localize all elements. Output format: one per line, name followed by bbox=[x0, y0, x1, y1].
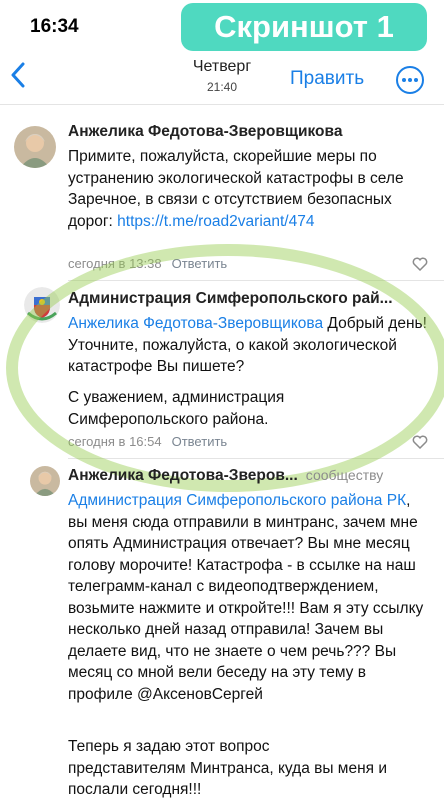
comment-text-signature: С уважением, администрация Симферопольск… bbox=[68, 389, 285, 428]
nav-divider bbox=[0, 104, 444, 105]
nav-bar: Четверг 21:40 Править bbox=[0, 56, 444, 102]
comment-mention[interactable]: Анжелика Федотова-Зверовщикова bbox=[68, 315, 323, 332]
comment-mention[interactable]: Администрация Симферопольского района РК bbox=[68, 492, 406, 509]
comment-text: Примите, пожалуйста, скорейшие меры по у… bbox=[68, 146, 418, 232]
more-button[interactable] bbox=[396, 66, 424, 94]
comment-divider bbox=[68, 280, 444, 281]
comment-text: Анжелика Федотова-Зверовщикова Добрый де… bbox=[68, 313, 428, 378]
community-label: сообществу bbox=[305, 467, 384, 483]
screenshot-badge: Скриншот 1 bbox=[181, 3, 427, 51]
comment-text: Администрация Симферопольского района РК… bbox=[68, 490, 426, 705]
reply-button[interactable]: Ответить bbox=[172, 256, 228, 271]
comment-time: сегодня в 13:38 bbox=[68, 256, 162, 271]
ellipsis-circle-icon bbox=[402, 78, 406, 82]
comment-text-followup: Теперь я задаю этот вопрос представителя… bbox=[68, 738, 388, 798]
comment-link[interactable]: https://t.me/road2variant/474 bbox=[117, 213, 314, 230]
comment-time: сегодня в 16:54 bbox=[68, 434, 162, 449]
comment-author-name[interactable]: Анжелика Федотова-Зверов... bbox=[68, 467, 298, 484]
avatar[interactable] bbox=[14, 126, 56, 168]
comment-author[interactable]: Анжелика Федотова-Зверов... сообществу bbox=[68, 467, 383, 485]
comment-body: , вы меня сюда отправили в минтранс, зач… bbox=[68, 492, 424, 703]
avatar[interactable] bbox=[30, 466, 60, 496]
comment-meta: сегодня в 16:54 Ответить bbox=[68, 434, 227, 449]
nav-subtitle: 21:40 bbox=[206, 80, 238, 94]
comment-meta: сегодня в 13:38 Ответить bbox=[68, 256, 227, 271]
heart-icon[interactable] bbox=[412, 257, 428, 271]
comment-author[interactable]: Администрация Симферопольского рай... bbox=[68, 290, 393, 308]
avatar[interactable] bbox=[24, 287, 60, 323]
reply-button[interactable]: Ответить bbox=[172, 434, 228, 449]
comment-divider bbox=[68, 458, 444, 459]
comment-author[interactable]: Анжелика Федотова-Зверовщикова bbox=[68, 123, 342, 141]
status-time: 16:34 bbox=[30, 16, 79, 37]
edit-button[interactable]: Править bbox=[290, 68, 364, 90]
nav-title: Четверг bbox=[192, 58, 252, 75]
heart-icon[interactable] bbox=[412, 435, 428, 449]
